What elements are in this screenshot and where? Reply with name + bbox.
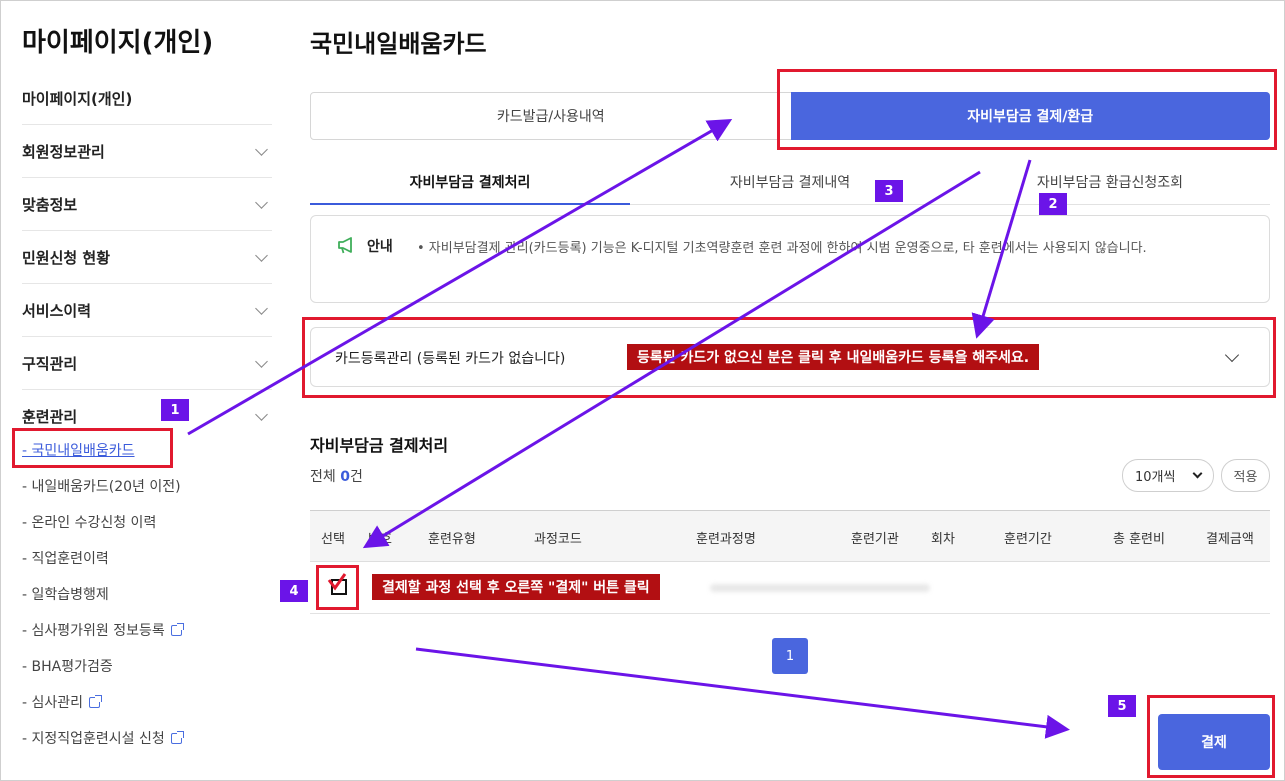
sidebar-item-label: 회원정보관리 <box>22 142 105 161</box>
step-badge-2: 2 <box>1039 193 1067 215</box>
sidebar-submenu: - 국민내일배움카드 - 내일배움카드(20년 이전) - 온라인 수강신청 이… <box>22 432 272 756</box>
notice-text: • 자비부담결제 관리(카드등록) 기능은 K-디지털 기초역량훈련 훈련 과정… <box>417 241 1147 256</box>
section-title: 자비부담금 결제처리 <box>310 436 449 455</box>
sidebar-subitem-evaluator-register[interactable]: - 심사평가위원 정보등록 <box>22 612 272 648</box>
highlight-box-step2 <box>777 69 1277 150</box>
external-link-icon <box>170 622 184 636</box>
sidebar-subitem-label: - 온라인 수강신청 이력 <box>22 515 157 531</box>
subtab-refund-inquiry[interactable]: 자비부담금 환급신청조회 <box>950 160 1270 204</box>
highlight-box-step4 <box>316 565 359 610</box>
col-header-total-fee: 총 훈련비 <box>1113 532 1165 547</box>
chevron-down-icon <box>255 248 268 262</box>
chevron-down-icon <box>255 142 268 156</box>
sidebar-item-label: 구직관리 <box>22 354 78 373</box>
sidebar-subitem-label: - BHA평가검증 <box>22 659 113 675</box>
sidebar-title: 마이페이지(개인) <box>22 28 214 58</box>
blurred-row-content <box>710 584 930 592</box>
sidebar-subitem-label: - 직업훈련이력 <box>22 551 109 567</box>
megaphone-icon <box>338 237 352 254</box>
chevron-down-icon <box>255 195 268 209</box>
chevron-down-icon <box>255 408 268 421</box>
step-badge-1: 1 <box>161 399 189 421</box>
total-count: 전체 0건 <box>310 466 363 486</box>
sidebar-item-service-history[interactable]: 서비스이력 <box>22 284 272 337</box>
instruction-banner-card: 등록된 카드가 없으신 분은 클릭 후 내일배움카드 등록을 해주세요. <box>627 344 1040 370</box>
col-header-round: 회차 <box>931 532 955 547</box>
sidebar-item-label: 마이페이지(개인) <box>22 89 133 108</box>
sidebar-subitem-old-card[interactable]: - 내일배움카드(20년 이전) <box>22 468 272 504</box>
sidebar-item-job-management[interactable]: 구직관리 <box>22 337 272 390</box>
notice-label: 안내 <box>367 239 393 255</box>
col-header-payment-amount: 결제금액 <box>1206 532 1254 547</box>
sidebar-subitem-label: - 내일배움카드(20년 이전) <box>22 479 181 495</box>
sidebar-subitem-review-management[interactable]: - 심사관리 <box>22 684 272 720</box>
chevron-down-icon <box>255 354 268 368</box>
external-link-icon <box>89 694 103 708</box>
sidebar-subitem-label: - 일학습병행제 <box>22 587 109 603</box>
sidebar-subitem-work-study[interactable]: - 일학습병행제 <box>22 576 272 612</box>
subtab-payment-process[interactable]: 자비부담금 결제처리 <box>310 160 630 205</box>
tab-card-issue[interactable]: 카드발급/사용내역 <box>311 93 791 139</box>
page-size-value: 10개씩 <box>1135 470 1176 485</box>
col-header-period: 훈련기간 <box>1004 532 1052 547</box>
chevron-down-icon <box>1192 468 1203 479</box>
external-link-icon <box>170 730 184 744</box>
step-badge-4: 4 <box>280 580 308 602</box>
col-header-select: 선택 <box>321 532 345 547</box>
sidebar-item-label: 맞춤정보 <box>22 195 78 214</box>
highlight-box-step1 <box>12 428 173 468</box>
sidebar-subitem-online-enrollment[interactable]: - 온라인 수강신청 이력 <box>22 504 272 540</box>
page-number-button[interactable]: 1 <box>772 638 808 674</box>
total-suffix: 건 <box>349 469 363 485</box>
step-badge-3: 3 <box>875 180 903 202</box>
notice-box: 안내 • 자비부담결제 관리(카드등록) 기능은 K-디지털 기초역량훈련 훈련… <box>310 215 1270 303</box>
sidebar-subitem-training-history[interactable]: - 직업훈련이력 <box>22 540 272 576</box>
total-prefix: 전체 <box>310 469 341 485</box>
col-header-institution: 훈련기관 <box>851 532 899 547</box>
apply-button[interactable]: 적용 <box>1221 459 1270 492</box>
col-header-training-type: 훈련유형 <box>428 532 476 547</box>
sidebar-menu: 마이페이지(개인) 회원정보관리 맞춤정보 민원신청 현황 서비스이력 구직관리… <box>22 72 272 443</box>
col-header-course-name: 훈련과정명 <box>696 532 756 547</box>
sidebar-item-member-info[interactable]: 회원정보관리 <box>22 125 272 178</box>
col-header-course-code: 과정코드 <box>534 532 582 547</box>
step-badge-5: 5 <box>1108 695 1136 717</box>
sidebar-item-mypage[interactable]: 마이페이지(개인) <box>22 72 272 125</box>
sidebar-subitem-facility-application[interactable]: - 지정직업훈련시설 신청 <box>22 720 272 756</box>
col-header-number: 번호 <box>368 532 392 547</box>
chevron-down-icon <box>255 301 268 315</box>
page-title: 국민내일배움카드 <box>310 30 487 58</box>
sidebar-subitem-label: - 지정직업훈련시설 신청 <box>22 731 165 747</box>
sidebar-subitem-label: - 심사관리 <box>22 695 84 711</box>
sidebar-item-petition-status[interactable]: 민원신청 현황 <box>22 231 272 284</box>
sidebar-subitem-label: - 심사평가위원 정보등록 <box>22 623 165 639</box>
sidebar-item-custom-info[interactable]: 맞춤정보 <box>22 178 272 231</box>
sidebar-item-label: 서비스이력 <box>22 301 92 320</box>
instruction-banner-select: 결제할 과정 선택 후 오른쪽 "결제" 버튼 클릭 <box>372 574 660 600</box>
page-size-select[interactable]: 10개씩 <box>1122 459 1214 492</box>
sidebar-item-label: 훈련관리 <box>22 408 78 426</box>
sidebar-subitem-bha-verification[interactable]: - BHA평가검증 <box>22 648 272 684</box>
table-header: 선택 번호 훈련유형 과정코드 훈련과정명 훈련기관 회차 훈련기간 총 훈련비… <box>310 510 1270 562</box>
sub-tabs: 자비부담금 결제처리 자비부담금 결제내역 자비부담금 환급신청조회 <box>310 160 1270 205</box>
highlight-box-step5 <box>1147 695 1275 778</box>
sidebar-item-label: 민원신청 현황 <box>22 248 111 267</box>
total-number: 0 <box>340 469 350 485</box>
